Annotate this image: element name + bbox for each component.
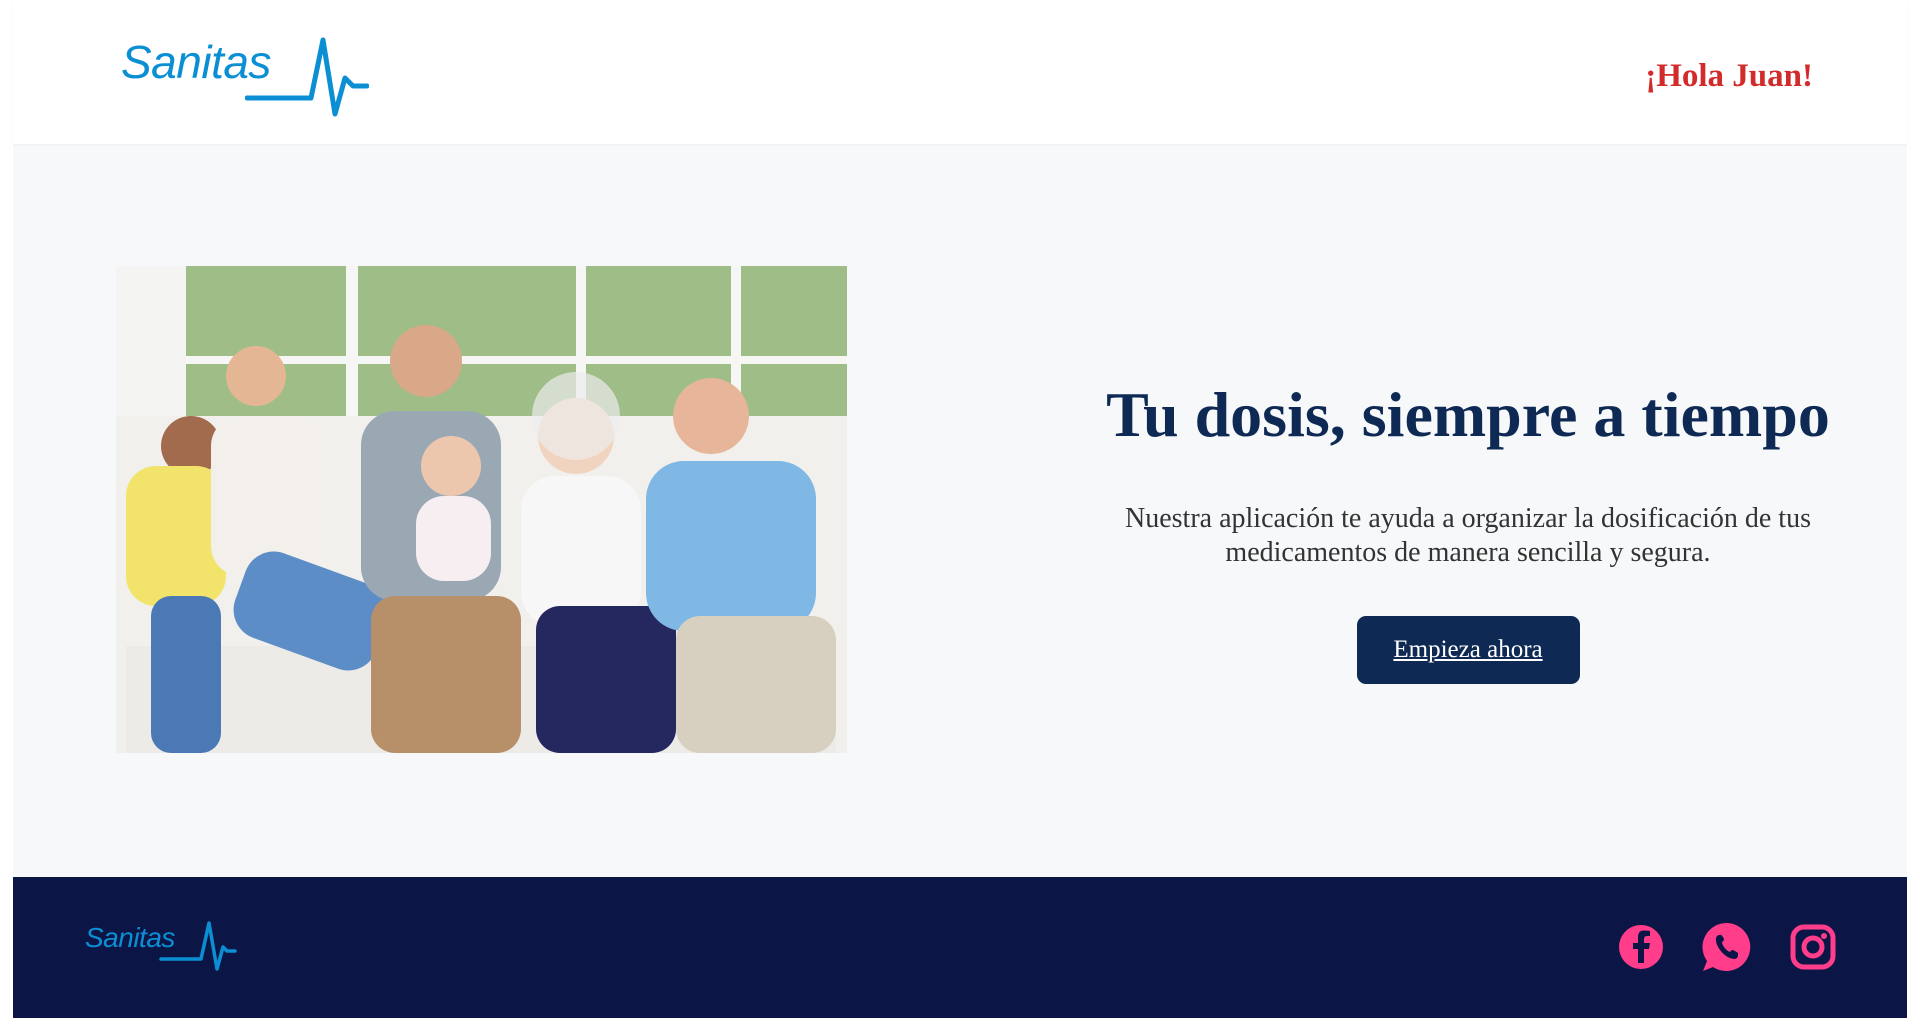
family-photo-icon [116,266,847,753]
whatsapp-icon[interactable] [1699,919,1755,975]
facebook-icon[interactable] [1613,919,1669,975]
heartbeat-icon [244,37,369,117]
hero-image [116,266,847,753]
page: Sanitas ¡Hola Juan! Tu dosis, siempre a … [13,0,1907,1018]
footer: Sanitas [13,877,1907,1018]
instagram-icon[interactable] [1785,919,1841,975]
start-now-button[interactable]: Empieza ahora [1356,616,1580,684]
footer-sanitas-logo[interactable]: Sanitas [85,919,237,973]
social-links [1583,919,1841,975]
header: Sanitas ¡Hola Juan! [13,0,1907,144]
hero-title: Tu dosis, siempre a tiempo [1106,379,1830,450]
greeting: ¡Hola Juan! [1645,58,1813,94]
sanitas-logo[interactable]: Sanitas [121,32,369,118]
hero-subtitle: Nuestra aplicación te ayuda a organizar … [1125,503,1811,568]
hero-content: Tu dosis, siempre a tiempo Nuestra aplic… [1073,370,1863,684]
footer-heartbeat-icon [159,921,237,971]
